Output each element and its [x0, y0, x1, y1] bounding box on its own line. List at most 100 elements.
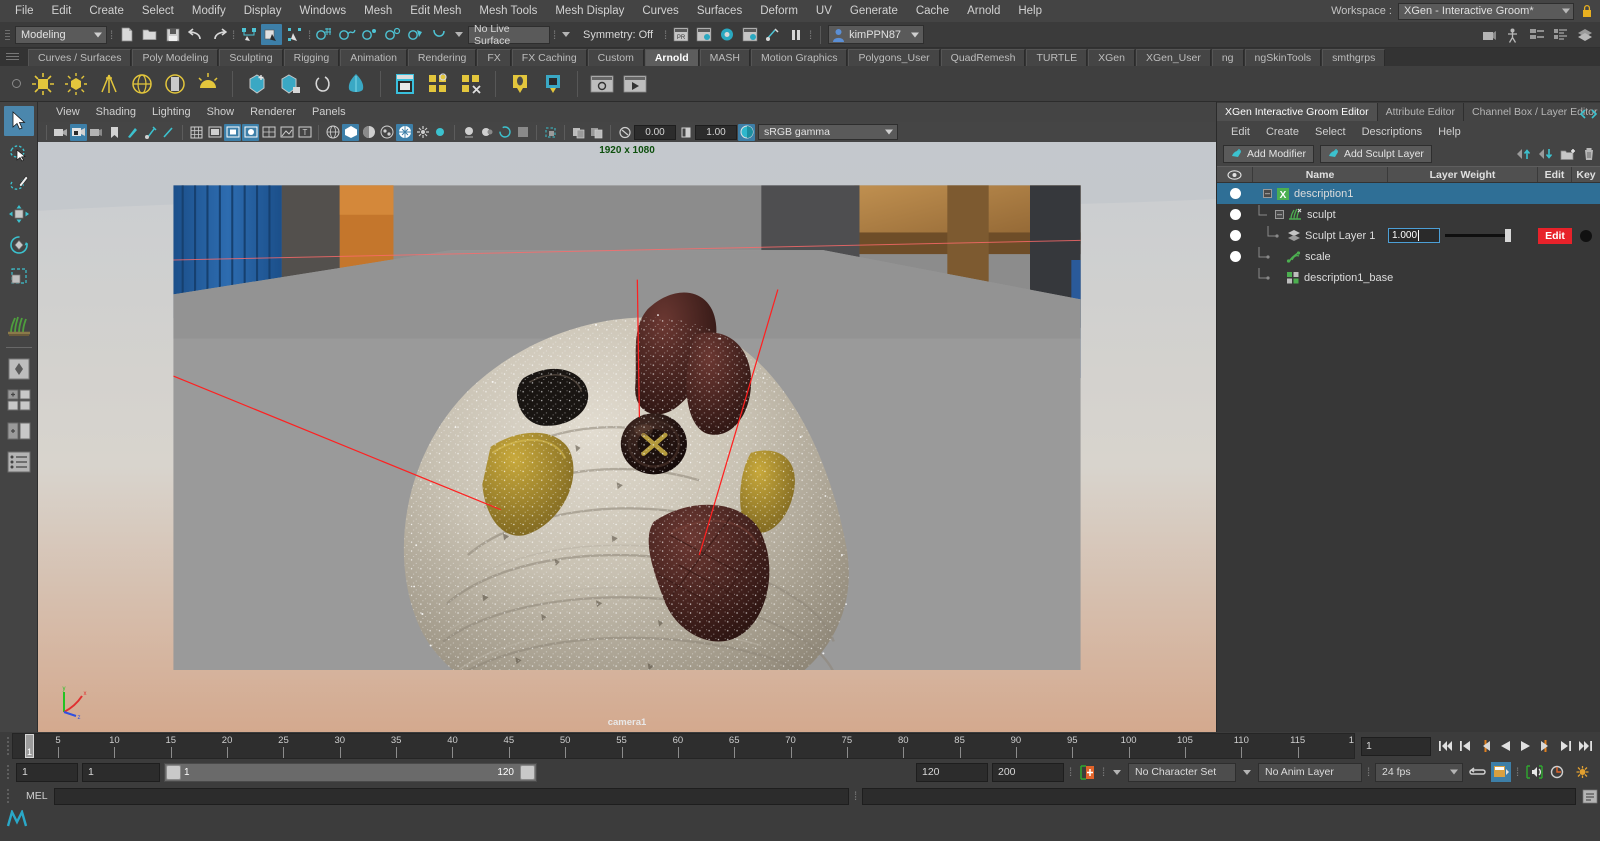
expander-toggle[interactable]: –: [1275, 210, 1284, 219]
shelf-tab-smthgrps[interactable]: smthgrps: [1322, 49, 1386, 66]
script-editor-icon[interactable]: [1580, 786, 1600, 806]
range-gripper[interactable]: [4, 760, 12, 784]
arnold-clear-shader-icon[interactable]: [456, 69, 486, 99]
set-key-icon[interactable]: [1580, 229, 1592, 242]
shelf-tab-sculpting[interactable]: Sculpting: [219, 49, 283, 66]
row-key-cell[interactable]: [1572, 229, 1600, 242]
xray-joints-icon[interactable]: [570, 124, 587, 141]
isolate-select-icon[interactable]: [514, 124, 531, 141]
color-management-dropdown[interactable]: sRGB gamma: [758, 124, 898, 140]
animation-start-field[interactable]: 1: [16, 762, 78, 782]
snap-options-chevron-icon[interactable]: [455, 32, 463, 37]
arnold-flush-cache-icon[interactable]: [538, 69, 568, 99]
xray-icon[interactable]: [542, 124, 559, 141]
exposure-value-field[interactable]: 0.00: [634, 124, 676, 140]
menu-mesh-display[interactable]: Mesh Display: [546, 1, 633, 21]
resolution-gate-icon[interactable]: [224, 123, 241, 141]
shelf-tab-turtle[interactable]: TURTLE: [1026, 49, 1088, 66]
shelf-tab-rigging[interactable]: Rigging: [283, 49, 340, 66]
time-slider[interactable]: 5 10 15 20 25 30 35 40 45 50 55 60 65 70 75 80 85 90 95 100…: [12, 733, 1355, 759]
arnold-mesh-light-icon[interactable]: [160, 69, 190, 99]
playback-speed-dropdown[interactable]: 24 fps: [1375, 762, 1463, 782]
character-set-icon[interactable]: [1572, 762, 1592, 782]
shelf-tab-motion-graphics[interactable]: Motion Graphics: [751, 49, 848, 66]
play-backwards-icon[interactable]: [1497, 738, 1514, 755]
render-sequence-icon[interactable]: [762, 24, 783, 45]
lock-icon[interactable]: [1580, 3, 1594, 19]
menu-help[interactable]: Help: [1009, 1, 1051, 21]
xgen-menu-help[interactable]: Help: [1430, 125, 1469, 139]
bookmark-icon[interactable]: [106, 124, 123, 141]
open-render-view-icon[interactable]: [1478, 25, 1499, 46]
menu-uv[interactable]: UV: [807, 1, 841, 21]
layout-four-pane-icon[interactable]: [4, 385, 34, 415]
arnold-render-view-icon[interactable]: [390, 69, 420, 99]
arnold-light-manager-icon[interactable]: [505, 69, 535, 99]
menu-surfaces[interactable]: Surfaces: [688, 1, 751, 21]
timeline-gripper[interactable]: [4, 734, 12, 758]
row-name-cell[interactable]: Sculpt Layer 1: [1253, 225, 1388, 242]
rotate-tool[interactable]: [4, 230, 34, 260]
row-name-cell[interactable]: – X description1: [1253, 187, 1388, 201]
character-set-dropdown[interactable]: kimPPN87: [828, 25, 925, 44]
play-forwards-icon[interactable]: [1517, 738, 1534, 755]
camera-attributes-icon[interactable]: [88, 124, 105, 141]
command-line-gripper[interactable]: [4, 784, 12, 808]
select-camera-icon[interactable]: [52, 124, 69, 141]
tab-xgen-interactive-groom-editor[interactable]: XGen Interactive Groom Editor: [1217, 103, 1378, 121]
move-layer-down-icon[interactable]: [1538, 148, 1553, 160]
snap-to-grid-icon[interactable]: [314, 24, 335, 45]
2d-pan-zoom-icon[interactable]: [160, 124, 177, 141]
menu-edit[interactable]: Edit: [43, 1, 81, 21]
row-visibility-toggle[interactable]: [1217, 209, 1253, 220]
table-row[interactable]: description1_base: [1217, 267, 1600, 288]
paint-select-tool[interactable]: [4, 168, 34, 198]
use-all-lights-icon[interactable]: [396, 123, 413, 141]
shelf-tab-quadremesh[interactable]: QuadRemesh: [940, 49, 1026, 66]
move-layer-up-icon[interactable]: [1516, 148, 1531, 160]
channel-box-icon[interactable]: [1550, 25, 1571, 46]
anim-layer-chevron-icon[interactable]: [1243, 769, 1251, 775]
auto-key-icon[interactable]: [1077, 762, 1097, 782]
arnold-scene-source-icon[interactable]: [341, 69, 371, 99]
gamma-icon[interactable]: [677, 124, 694, 141]
shadows-icon[interactable]: [414, 124, 431, 141]
layer-weight-input[interactable]: 1.000: [1388, 228, 1440, 243]
character-set-chevron-icon[interactable]: [1113, 769, 1121, 775]
color-management-icon[interactable]: [738, 123, 755, 141]
range-slider[interactable]: 1 120: [164, 762, 537, 782]
delete-icon[interactable]: [1583, 147, 1595, 161]
modeling-toolkit-icon[interactable]: [1574, 25, 1595, 46]
row-name-cell[interactable]: description1_base: [1253, 267, 1393, 285]
select-by-hierarchy-icon[interactable]: [238, 24, 259, 45]
anim-layer-field[interactable]: No Anim Layer: [1258, 762, 1362, 782]
attribute-editor-icon[interactable]: [1526, 25, 1547, 46]
lock-camera-icon[interactable]: [70, 123, 87, 141]
3d-viewport[interactable]: 1920 x 1080 camera1 y x z: [38, 142, 1216, 732]
open-scene-icon[interactable]: [139, 24, 160, 45]
xgen-menu-edit[interactable]: Edit: [1223, 125, 1258, 139]
layout-two-pane-icon[interactable]: [4, 416, 34, 446]
rigging-skeleton-icon[interactable]: [1502, 25, 1523, 46]
menu-file[interactable]: File: [6, 1, 43, 21]
menu-arnold[interactable]: Arnold: [958, 1, 1009, 21]
shelf-handle[interactable]: [6, 51, 19, 62]
step-forward-key-icon[interactable]: [1557, 738, 1574, 755]
panel-menu-shading[interactable]: Shading: [88, 105, 144, 119]
tab-scroll-left-icon[interactable]: [1579, 109, 1587, 119]
arnold-create-standin-icon[interactable]: [242, 69, 272, 99]
snap-to-view-plane-icon[interactable]: [406, 24, 427, 45]
table-row[interactable]: – sculpt: [1217, 204, 1600, 225]
shelf-tab-custom[interactable]: Custom: [587, 49, 644, 66]
shelf-tab-rendering[interactable]: Rendering: [407, 49, 477, 66]
arnold-standin-export-icon[interactable]: [275, 69, 305, 99]
menu-deform[interactable]: Deform: [751, 1, 807, 21]
loop-playback-icon[interactable]: [1467, 762, 1487, 782]
exposure-icon[interactable]: [616, 124, 633, 141]
shelf-tab-fx[interactable]: FX: [477, 49, 511, 66]
shelf-tab-animation[interactable]: Animation: [340, 49, 407, 66]
snap-to-projected-center-icon[interactable]: [383, 24, 404, 45]
range-end-handle[interactable]: [520, 764, 535, 780]
menu-windows[interactable]: Windows: [290, 1, 355, 21]
step-back-key-icon[interactable]: [1457, 738, 1474, 755]
